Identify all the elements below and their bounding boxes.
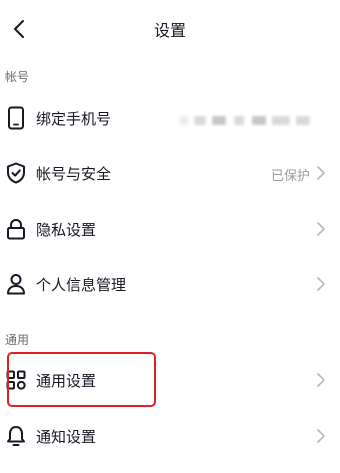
security-status-value: 已保护: [270, 169, 310, 184]
bell-icon: [5, 424, 27, 448]
highlight-box: [7, 352, 156, 407]
settings-row-notifications[interactable]: 通知设置: [0, 408, 340, 464]
lock-icon: [5, 217, 27, 241]
top-bar: 设置: [0, 0, 340, 58]
section-label-general: 通用: [5, 333, 30, 347]
settings-row-label: 帐号与安全: [36, 165, 112, 183]
chevron-right-icon: [317, 373, 325, 387]
chevron-right-icon: [317, 429, 325, 443]
section-label-account: 帐号: [5, 70, 30, 84]
chevron-right-icon: [317, 222, 325, 236]
person-icon: [5, 272, 27, 296]
shield-check-icon: [5, 161, 27, 185]
masked-phone-number: [180, 116, 314, 126]
page-title: 设置: [153, 21, 186, 40]
settings-row-label: 个人信息管理: [36, 276, 127, 294]
settings-row-privacy[interactable]: 隐私设置: [0, 201, 340, 257]
chevron-right-icon: [317, 166, 325, 180]
settings-row-label: 通知设置: [36, 428, 97, 446]
settings-row-account-security[interactable]: 帐号与安全 已保护: [0, 145, 340, 201]
settings-row-label: 隐私设置: [36, 221, 97, 239]
settings-row-personal-info[interactable]: 个人信息管理: [0, 256, 340, 312]
settings-row-label: 绑定手机号: [36, 110, 112, 128]
phone-icon: [5, 106, 27, 130]
chevron-right-icon: [317, 277, 325, 291]
settings-row-bind-phone[interactable]: 绑定手机号: [0, 90, 340, 146]
